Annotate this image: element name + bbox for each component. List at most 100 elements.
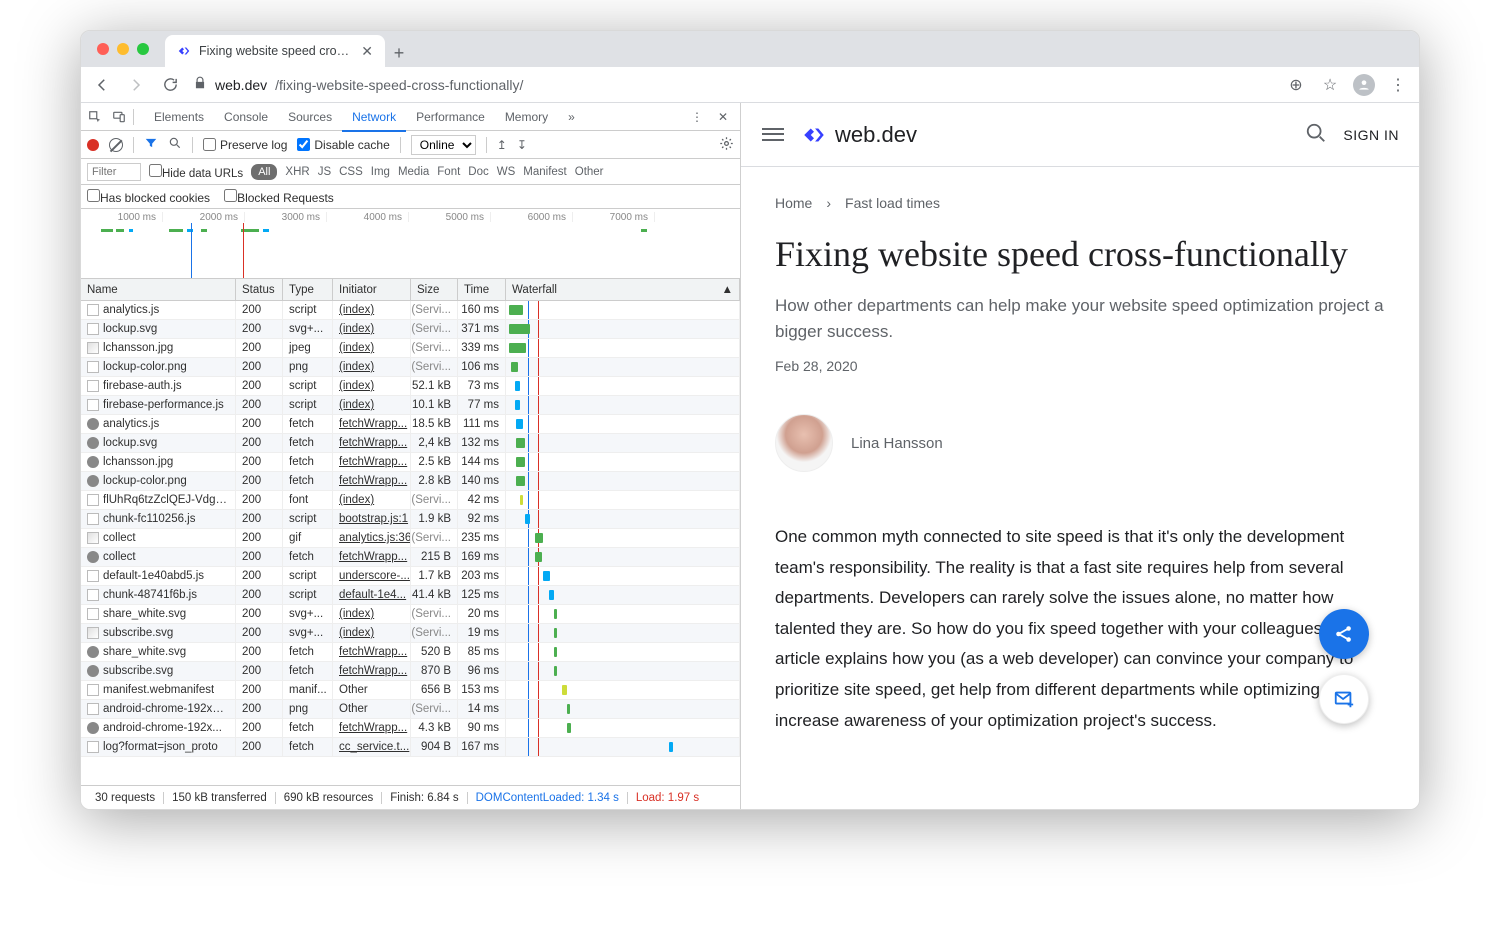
crumb-section[interactable]: Fast load times [845,195,940,211]
network-row[interactable]: lockup-color.png200png(index)(Servi...10… [81,358,740,377]
hamburger-menu-icon[interactable] [761,123,785,147]
network-row[interactable]: collect200fetchfetchWrapp...215 B169 ms [81,548,740,567]
devtools-tab-sources[interactable]: Sources [278,104,342,130]
blocked-requests-checkbox[interactable]: Blocked Requests [224,189,334,205]
devtools-overflow-icon[interactable]: ⋮ [686,110,708,124]
status-transferred: 150 kB transferred [164,792,276,804]
network-row[interactable]: lchansson.jpg200jpeg(index)(Servi...339 … [81,339,740,358]
status-resources: 690 kB resources [276,792,383,804]
col-name[interactable]: Name [81,279,236,300]
filter-font[interactable]: Font [437,166,460,178]
network-row[interactable]: analytics.js200fetchfetchWrapp...18.5 kB… [81,415,740,434]
col-status[interactable]: Status [236,279,283,300]
profile-avatar-icon[interactable] [1353,74,1375,96]
network-row[interactable]: default-1e40abd5.js200scriptunderscore-.… [81,567,740,586]
bookmark-icon[interactable]: ☆ [1319,75,1341,95]
webdev-logo[interactable]: web.dev [801,122,917,148]
devtools-tab-network[interactable]: Network [342,104,406,132]
network-headers: Name Status Type Initiator Size Time Wat… [81,279,740,301]
network-row[interactable]: analytics.js200script(index)(Servi...160… [81,301,740,320]
close-tab-icon[interactable]: ✕ [361,43,373,60]
network-row[interactable]: share_white.svg200svg+...(index)(Servi..… [81,605,740,624]
install-icon[interactable]: ⊕ [1285,75,1307,95]
filter-toggle-icon[interactable] [144,136,158,153]
network-row[interactable]: android-chrome-192x192....200pngOther(Se… [81,700,740,719]
titlebar: Fixing website speed cross-fu ✕ + [81,31,1419,67]
network-row[interactable]: log?format=json_proto200fetchcc_service.… [81,738,740,757]
more-tabs-icon[interactable]: » [562,110,581,124]
devtools-tab-performance[interactable]: Performance [406,104,495,130]
disable-cache-checkbox[interactable]: Disable cache [297,138,389,152]
filter-input[interactable] [87,163,141,181]
network-row[interactable]: manifest.webmanifest200manif...Other656 … [81,681,740,700]
filter-media[interactable]: Media [398,166,429,178]
col-size[interactable]: Size [411,279,458,300]
browser-toolbar: web.dev/fixing-website-speed-cross-funct… [81,67,1419,103]
devtools-tab-memory[interactable]: Memory [495,104,558,130]
share-fab-button[interactable] [1319,609,1369,659]
col-waterfall[interactable]: Waterfall▲ [506,279,740,300]
filter-doc[interactable]: Doc [468,166,488,178]
maximize-window-icon[interactable] [137,43,149,55]
filter-js[interactable]: JS [318,166,331,178]
has-blocked-cookies-checkbox[interactable]: Has blocked cookies [87,189,210,205]
settings-gear-icon[interactable] [719,136,734,154]
col-initiator[interactable]: Initiator [333,279,411,300]
reload-button[interactable] [159,74,181,96]
network-row[interactable]: collect200gifanalytics.js:36(Servi...235… [81,529,740,548]
network-row[interactable]: android-chrome-192x...200fetchfetchWrapp… [81,719,740,738]
minimize-window-icon[interactable] [117,43,129,55]
inspect-element-icon[interactable] [87,109,103,125]
hide-data-urls-checkbox[interactable]: Hide data URLs [149,164,243,180]
col-type[interactable]: Type [283,279,333,300]
subscribe-fab-button[interactable] [1319,674,1369,724]
network-row[interactable]: lockup.svg200svg+...(index)(Servi...371 … [81,320,740,339]
crumb-home[interactable]: Home [775,195,812,211]
network-row[interactable]: lockup-color.png200fetchfetchWrapp...2.8… [81,472,740,491]
network-row[interactable]: subscribe.svg200fetchfetchWrapp...870 B9… [81,662,740,681]
record-button[interactable] [87,139,99,151]
overview-timeline[interactable]: 1000 ms2000 ms3000 ms4000 ms5000 ms6000 … [81,209,740,279]
network-row[interactable]: chunk-48741f6b.js200scriptdefault-1e4...… [81,586,740,605]
download-icon[interactable]: ↧ [517,138,527,152]
address-bar[interactable]: web.dev/fixing-website-speed-cross-funct… [193,76,1273,93]
filter-css[interactable]: CSS [339,166,363,178]
filter-xhr[interactable]: XHR [285,166,309,178]
filter-manifest[interactable]: Manifest [523,166,566,178]
upload-icon[interactable]: ↥ [497,138,507,152]
overflow-menu-icon[interactable]: ⋮ [1387,75,1409,95]
filter-bar: Hide data URLs All XHR JS CSS Img Media Font D… [81,159,740,185]
throttling-select[interactable]: Online [411,135,476,155]
devtools-tab-elements[interactable]: Elements [144,104,214,130]
preserve-log-checkbox[interactable]: Preserve log [203,138,287,152]
network-row[interactable]: lchansson.jpg200fetchfetchWrapp...2.5 kB… [81,453,740,472]
network-row[interactable]: firebase-performance.js200script(index)1… [81,396,740,415]
filter-all-chip[interactable]: All [251,164,277,180]
browser-tab[interactable]: Fixing website speed cross-fu ✕ [165,35,385,67]
close-window-icon[interactable] [97,43,109,55]
network-row[interactable]: chunk-fc110256.js200scriptbootstrap.js:1… [81,510,740,529]
network-row[interactable]: lockup.svg200fetchfetchWrapp...2,4 kB132… [81,434,740,453]
page-date: Feb 28, 2020 [775,358,1385,374]
filter-ws[interactable]: WS [497,166,516,178]
network-row[interactable]: share_white.svg200fetchfetchWrapp...520 … [81,643,740,662]
page-search-icon[interactable] [1305,122,1327,147]
filter-other[interactable]: Other [575,166,604,178]
network-row[interactable]: flUhRq6tzZclQEJ-Vdg-Iui...200font(index)… [81,491,740,510]
forward-button[interactable] [125,74,147,96]
filter-img[interactable]: Img [371,166,390,178]
network-row[interactable]: firebase-auth.js200script(index)52.1 kB7… [81,377,740,396]
url-host: web.dev [215,77,267,93]
network-row[interactable]: subscribe.svg200svg+...(index)(Servi...1… [81,624,740,643]
search-icon[interactable] [168,136,182,153]
col-time[interactable]: Time [458,279,506,300]
clear-button[interactable] [109,138,123,152]
back-button[interactable] [91,74,113,96]
author-name[interactable]: Lina Hansson [851,435,943,452]
overview-tick: 3000 ms [245,212,327,222]
devtools-tab-console[interactable]: Console [214,104,278,130]
device-toggle-icon[interactable] [111,109,127,125]
sign-in-button[interactable]: SIGN IN [1343,127,1399,143]
new-tab-button[interactable]: + [385,39,413,67]
devtools-close-icon[interactable]: ✕ [712,110,734,124]
